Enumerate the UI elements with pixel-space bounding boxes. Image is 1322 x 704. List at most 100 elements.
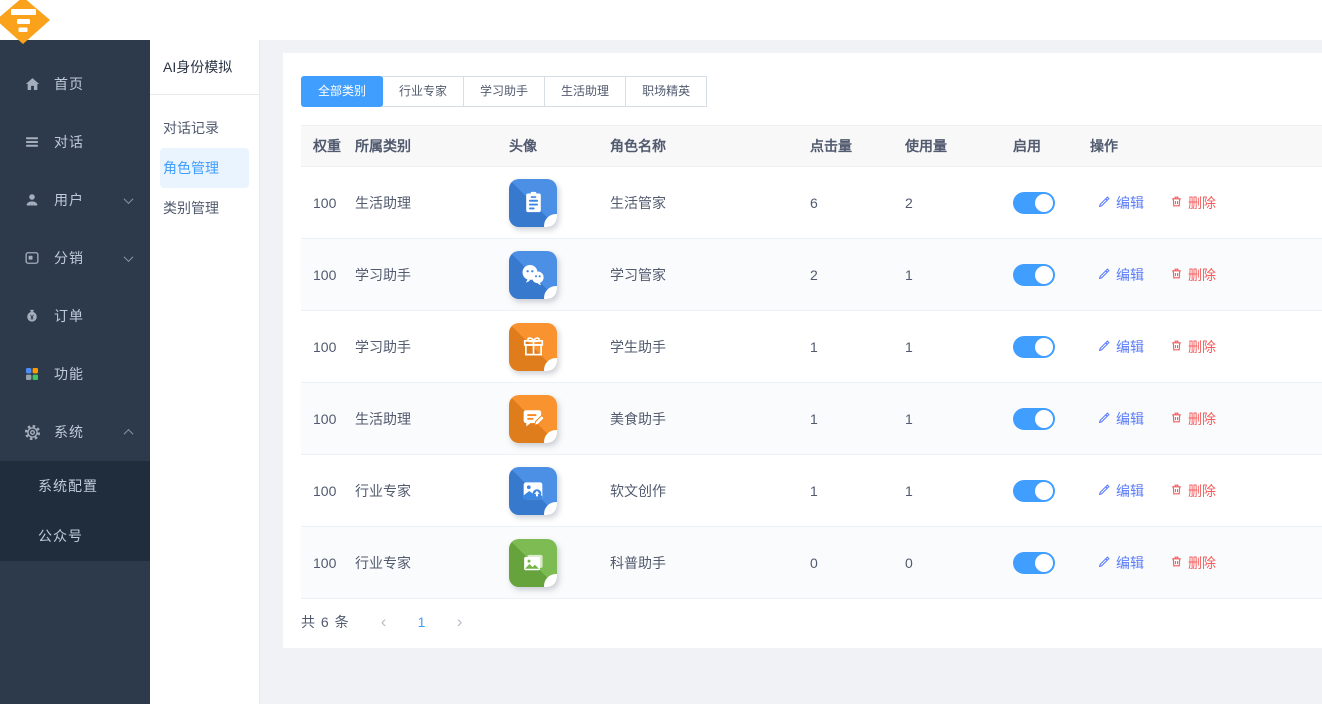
table-row: 100学习助手学生助手11编辑删除	[301, 311, 1322, 383]
tab-category-3[interactable]: 生活助理	[544, 76, 626, 107]
enable-toggle[interactable]	[1013, 192, 1055, 214]
gear-icon	[22, 422, 42, 442]
secondary-sidebar: AI身份模拟 对话记录 角色管理 类别管理	[150, 40, 260, 704]
sidebar-item-home[interactable]: 首页	[0, 55, 150, 113]
sidebar-item-distribution[interactable]: 分销	[0, 229, 150, 287]
usage-cell: 1	[905, 267, 1013, 283]
tab-category-1[interactable]: 行业专家	[382, 76, 464, 107]
role-name-cell: 美食助手	[610, 409, 810, 429]
weight-cell: 100	[301, 339, 355, 355]
sidebar-item-system[interactable]: 系统	[0, 403, 150, 461]
delete-button[interactable]: 删除	[1170, 193, 1216, 213]
role-avatar notes-icon	[509, 179, 557, 227]
sidebar-item-label: 首页	[54, 74, 136, 94]
delete-button[interactable]: 删除	[1170, 265, 1216, 285]
category-cell: 行业专家	[355, 553, 509, 573]
column-header: 头像	[509, 136, 610, 156]
delete-button[interactable]: 删除	[1170, 481, 1216, 501]
main-content: 全部类别行业专家学习助手生活助理职场精英 权重所属类别头像角色名称点击量使用量启…	[260, 40, 1322, 704]
module-title: AI身份模拟	[150, 40, 259, 95]
sidebar-item-label: 对话	[54, 132, 136, 152]
submenu-item-category-management[interactable]: 类别管理	[160, 188, 249, 228]
role-avatar wechat-icon	[509, 251, 557, 299]
role-avatar photos-icon	[509, 539, 557, 587]
trash-icon	[1170, 339, 1183, 355]
moneybag-icon	[22, 306, 42, 326]
enable-toggle[interactable]	[1013, 264, 1055, 286]
delete-button[interactable]: 删除	[1170, 409, 1216, 429]
category-cell: 生活助理	[355, 193, 509, 213]
category-cell: 学习助手	[355, 265, 509, 285]
column-header: 操作	[1090, 136, 1322, 156]
page-number-button[interactable]: 1	[406, 606, 438, 638]
content-card: 全部类别行业专家学习助手生活助理职场精英 权重所属类别头像角色名称点击量使用量启…	[283, 53, 1322, 648]
sidebar-submenu: 系统配置公众号	[0, 461, 150, 561]
enable-toggle[interactable]	[1013, 408, 1055, 430]
delete-button[interactable]: 删除	[1170, 553, 1216, 573]
weight-cell: 100	[301, 555, 355, 571]
edit-button[interactable]: 编辑	[1098, 409, 1144, 429]
apps-icon	[22, 364, 42, 384]
delete-button[interactable]: 删除	[1170, 337, 1216, 357]
usage-cell: 1	[905, 339, 1013, 355]
tab-category-2[interactable]: 学习助手	[463, 76, 545, 107]
enable-toggle[interactable]	[1013, 552, 1055, 574]
edit-button[interactable]: 编辑	[1098, 193, 1144, 213]
table-body: 100生活助理生活管家62编辑删除100学习助手学习管家21编辑删除100学习助…	[301, 167, 1322, 599]
pencil-icon	[1098, 267, 1111, 283]
weight-cell: 100	[301, 411, 355, 427]
column-header: 权重	[301, 136, 355, 156]
app-logo diamond-funnel-logo	[0, 0, 54, 51]
usage-cell: 0	[905, 555, 1013, 571]
role-avatar gift-icon	[509, 323, 557, 371]
sidebar-item-label: 功能	[54, 364, 136, 384]
sidebar-subitem[interactable]: 系统配置	[0, 461, 150, 511]
role-name-cell: 生活管家	[610, 193, 810, 213]
pencil-icon	[1098, 483, 1111, 499]
next-page-button chevron-right-icon[interactable]: ›	[444, 606, 476, 638]
user-icon	[22, 190, 42, 210]
column-header: 点击量	[810, 136, 905, 156]
role-avatar image-upload-icon	[509, 467, 557, 515]
clicks-cell: 0	[810, 555, 905, 571]
home-icon	[22, 74, 42, 94]
enable-toggle[interactable]	[1013, 336, 1055, 358]
pencil-icon	[1098, 195, 1111, 211]
table-row: 100行业专家软文创作11编辑删除	[301, 455, 1322, 527]
table-row: 100学习助手学习管家21编辑删除	[301, 239, 1322, 311]
category-cell: 学习助手	[355, 337, 509, 357]
clicks-cell: 2	[810, 267, 905, 283]
edit-button[interactable]: 编辑	[1098, 553, 1144, 573]
usage-cell: 1	[905, 411, 1013, 427]
pencil-icon	[1098, 411, 1111, 427]
sidebar-item-users[interactable]: 用户	[0, 171, 150, 229]
clicks-cell: 1	[810, 411, 905, 427]
trash-icon	[1170, 267, 1183, 283]
edit-button[interactable]: 编辑	[1098, 337, 1144, 357]
badge-icon	[22, 248, 42, 268]
edit-button[interactable]: 编辑	[1098, 265, 1144, 285]
table-row: 100生活助理生活管家62编辑删除	[301, 167, 1322, 239]
sidebar-item-orders[interactable]: 订单	[0, 287, 150, 345]
prev-page-button chevron-left-icon[interactable]: ‹	[368, 606, 400, 638]
column-header: 使用量	[905, 136, 1013, 156]
column-header: 角色名称	[610, 136, 810, 156]
edit-button[interactable]: 编辑	[1098, 481, 1144, 501]
table-row: 100生活助理美食助手11编辑删除	[301, 383, 1322, 455]
list-icon	[22, 132, 42, 152]
role-avatar message-edit-icon	[509, 395, 557, 443]
category-cell: 生活助理	[355, 409, 509, 429]
role-name-cell: 学习管家	[610, 265, 810, 285]
sidebar-item-features[interactable]: 功能	[0, 345, 150, 403]
pagination: 共 6 条 ‹ 1 ›	[301, 606, 476, 638]
submenu-item-role-management[interactable]: 角色管理	[160, 148, 249, 188]
main-sidebar: 首页对话用户分销订单功能系统系统配置公众号	[0, 40, 150, 704]
submenu-item-chat-records[interactable]: 对话记录	[160, 108, 249, 148]
pencil-icon	[1098, 339, 1111, 355]
category-cell: 行业专家	[355, 481, 509, 501]
enable-toggle[interactable]	[1013, 480, 1055, 502]
tab-category-4[interactable]: 职场精英	[625, 76, 707, 107]
sidebar-item-chat[interactable]: 对话	[0, 113, 150, 171]
sidebar-subitem[interactable]: 公众号	[0, 511, 150, 561]
tab-category-0[interactable]: 全部类别	[301, 76, 383, 107]
